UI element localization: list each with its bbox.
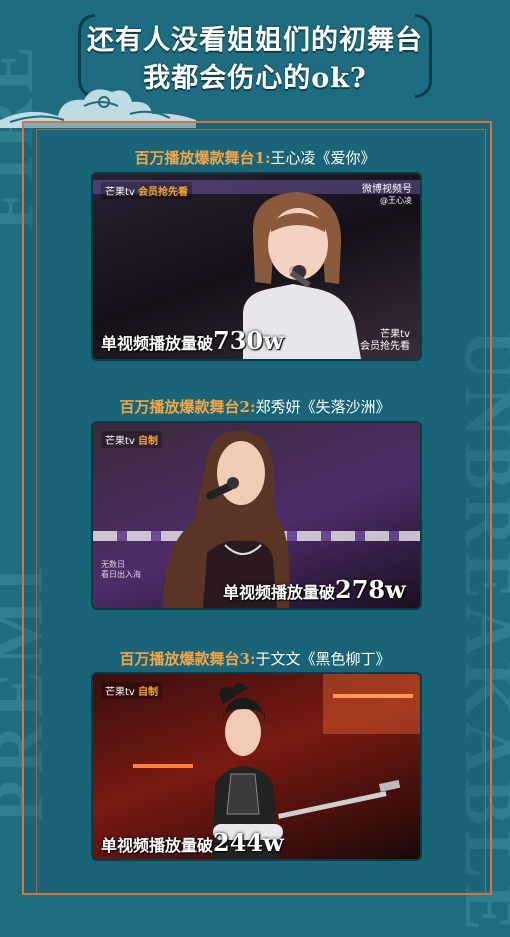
stage-3-channel-badge: 自制 — [138, 687, 159, 698]
stage-2-channel-badge: 自制 — [138, 436, 159, 447]
stage-1-corner-logo-line1: 芒果tv — [380, 329, 410, 340]
stage-1-channel-logo: 芒果tv 会员抢先看 — [101, 182, 193, 199]
stage-3-caption: 百万播放爆款舞台3:于文文《黑色柳丁》 — [0, 648, 510, 669]
stage-1-views-prefix: 单视频播放量破 — [101, 334, 214, 353]
stage-2-channel-logo-text: 芒果tv — [105, 436, 135, 447]
stage-2-lyric-line-1: 无数日 — [101, 560, 125, 569]
stage-1-corner-logo-line2: 会员抢先看 — [360, 341, 410, 352]
stage-2-channel-logo: 芒果tv 自制 — [101, 431, 163, 448]
stage-1-caption-song: 王心凌《爱你》 — [270, 149, 376, 167]
stage-3-channel-logo-text: 芒果tv — [105, 687, 135, 698]
stage-2-lyric-subtitle: 无数日 看日出入海 — [101, 560, 141, 580]
stage-2-views-prefix: 单视频播放量破 — [223, 583, 336, 602]
title-line-1: 还有人没看姐姐们的初舞台 — [87, 25, 423, 56]
stage-1-caption-prefix: 百万播放爆款舞台1: — [134, 149, 271, 167]
stage-1-weibo-handle: @王心凌 — [380, 196, 412, 205]
stage-2-caption: 百万播放爆款舞台2:郑秀妍《失落沙洲》 — [0, 396, 510, 417]
stage-3-views-value: 244w — [213, 828, 284, 857]
stage-3-views: 单视频播放量破244w — [101, 828, 284, 857]
stage-1-weibo-watermark: 微博视频号 @王心凌 — [362, 180, 412, 206]
stage-3-caption-song: 于文文《黑色柳丁》 — [255, 650, 391, 668]
stage-3-views-prefix: 单视频播放量破 — [101, 836, 214, 855]
stage-3-caption-prefix: 百万播放爆款舞台3: — [119, 650, 256, 668]
stage-1-channel-logo-text: 芒果tv — [105, 187, 135, 198]
stage-2-views-value: 278w — [335, 575, 406, 604]
stage-1-channel-badge: 会员抢先看 — [138, 187, 189, 198]
stage-1-weibo-label: 微博视频号 — [362, 184, 412, 195]
stage-1-video[interactable]: 芒果tv 会员抢先看 微博视频号 @王心凌 芒果tv 会员抢先看 单视频播放量破73… — [91, 172, 422, 361]
stage-2-caption-song: 郑秀妍《失落沙洲》 — [255, 398, 391, 416]
stage-2-lyric-line-2: 看日出入海 — [101, 570, 141, 579]
stage-1-caption: 百万播放爆款舞台1:王心凌《爱你》 — [0, 147, 510, 168]
stage-2-video[interactable]: 芒果tv 自制 无数日 看日出入海 单视频播放量破278w — [91, 421, 422, 610]
stage-2-views: 单视频播放量破278w — [223, 575, 406, 604]
stage-1-corner-logo: 芒果tv 会员抢先看 — [360, 329, 410, 353]
stage-2-caption-prefix: 百万播放爆款舞台2: — [119, 398, 256, 416]
stage-3-channel-logo: 芒果tv 自制 — [101, 682, 163, 699]
stage-1-views-value: 730w — [213, 326, 284, 355]
stage-3-video[interactable]: 芒果tv 自制 单视频播放量破244w — [91, 672, 422, 861]
stage-1-views: 单视频播放量破730w — [101, 326, 284, 355]
